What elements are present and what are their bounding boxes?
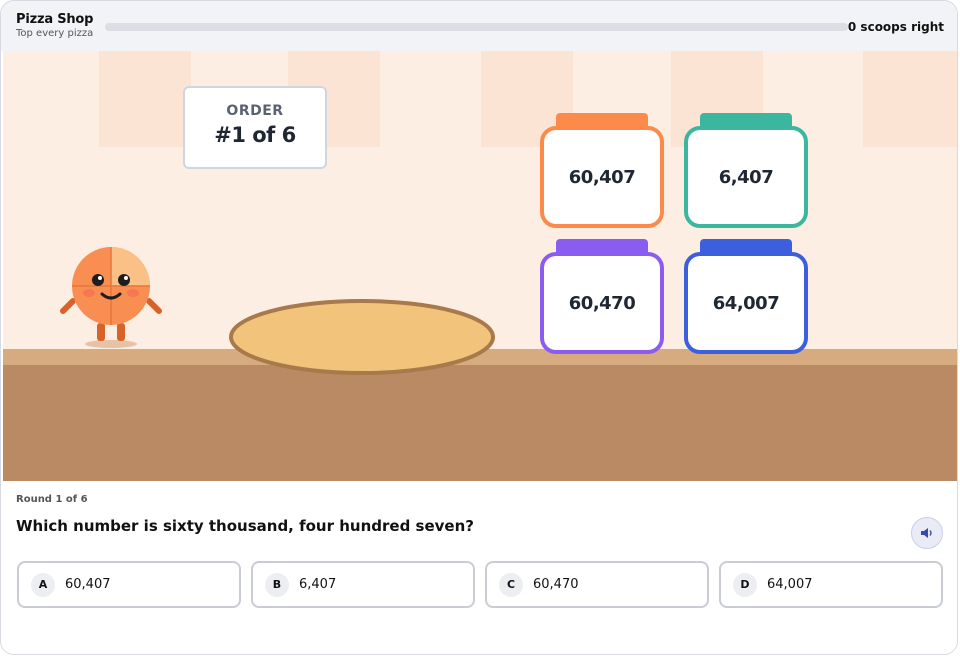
jar-choice-a[interactable]: 60,407 (540, 113, 664, 228)
speaker-icon (921, 528, 932, 538)
question-panel: Round 1 of 6 Which number is sixty thous… (1, 481, 957, 654)
choice-label: 6,407 (299, 577, 337, 592)
wall-tile (99, 51, 191, 147)
audio-button[interactable] (911, 517, 943, 549)
answer-choice-d[interactable]: D 64,007 (719, 561, 943, 608)
answer-choice-c[interactable]: C 60,470 (485, 561, 709, 608)
wall-tile (863, 51, 957, 147)
jar-choice-d[interactable]: 64,007 (684, 239, 808, 354)
question-prompt: Which number is sixty thousand, four hun… (16, 517, 474, 535)
jar-body: 6,407 (684, 126, 808, 228)
jar-value: 60,407 (568, 166, 636, 188)
pizza-dough-icon (229, 299, 495, 375)
progress-bar (105, 23, 848, 31)
choice-label: 60,470 (533, 577, 579, 592)
choice-letter: C (499, 572, 523, 597)
app-title: Pizza Shop (16, 12, 94, 27)
jar-body: 60,407 (540, 126, 664, 228)
jar-value: 64,007 (712, 292, 780, 314)
jar-value: 6,407 (718, 166, 774, 188)
pizza-mascot-icon (60, 247, 162, 348)
round-indicator: Round 1 of 6 (16, 494, 88, 505)
choice-letter: D (733, 572, 757, 597)
order-number: #1 of 6 (214, 123, 296, 147)
choice-label: 60,407 (65, 577, 111, 592)
order-card: ORDER #1 of 6 (183, 86, 327, 169)
answer-choice-a[interactable]: A 60,407 (17, 561, 241, 608)
order-label: ORDER (226, 103, 284, 119)
app-subtitle: Top every pizza (16, 28, 94, 39)
choice-letter: A (31, 572, 55, 597)
counter (3, 365, 957, 481)
jar-value: 60,470 (568, 292, 636, 314)
choice-letter: B (265, 572, 289, 597)
game-scene: ORDER #1 of 6 60,407 6,407 60,470 64,007 (3, 51, 957, 481)
score-text: 0 scoops right (847, 20, 944, 34)
jar-choice-b[interactable]: 6,407 (684, 113, 808, 228)
jar-choice-c[interactable]: 60,470 (540, 239, 664, 354)
choice-label: 64,007 (767, 577, 813, 592)
answer-choice-b[interactable]: B 6,407 (251, 561, 475, 608)
jar-body: 64,007 (684, 252, 808, 354)
game-window: Pizza Shop Top every pizza 0 scoops righ… (0, 0, 958, 655)
top-bar: Pizza Shop Top every pizza 0 scoops righ… (1, 1, 957, 51)
jar-body: 60,470 (540, 252, 664, 354)
